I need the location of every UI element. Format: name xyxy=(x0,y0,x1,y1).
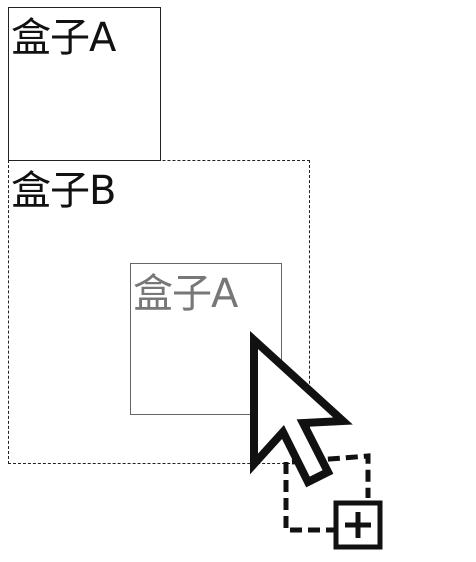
cursor-overlay xyxy=(250,330,383,550)
